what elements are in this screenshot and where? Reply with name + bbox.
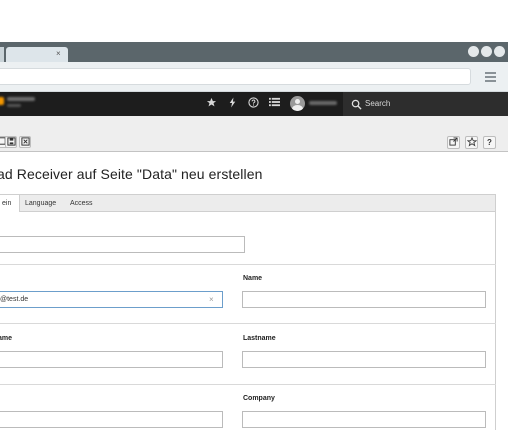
page-title: nload Receiver auf Seite "Data" neu erst… <box>0 166 263 182</box>
browser-titlebar <box>0 42 508 62</box>
name-field[interactable] <box>242 291 486 308</box>
divider <box>0 323 496 324</box>
email-field-value: @test.de <box>0 296 29 303</box>
address-field[interactable] <box>0 411 223 428</box>
browser-menu-icon[interactable] <box>485 72 496 84</box>
tab-general-label: ein <box>2 200 12 207</box>
save-icon[interactable] <box>5 136 17 148</box>
help-icon[interactable] <box>246 97 260 112</box>
divider <box>0 384 496 385</box>
tab-language-label: Language <box>25 200 57 207</box>
clear-field-icon[interactable]: × <box>209 294 214 306</box>
list-icon[interactable] <box>267 97 281 111</box>
search-label[interactable]: Search <box>365 97 390 110</box>
logo-icon[interactable] <box>0 97 4 105</box>
lastname-label: Lastname <box>243 335 276 342</box>
tab-language[interactable]: Language <box>17 195 64 212</box>
tab-access-label: Access <box>70 200 93 207</box>
doc-header <box>0 116 508 152</box>
firstname-label: ame <box>0 335 13 342</box>
email-field[interactable] <box>0 291 223 308</box>
title-field[interactable] <box>0 236 245 253</box>
window-maximize-icon[interactable] <box>481 46 492 57</box>
window-close-icon[interactable] <box>494 46 505 57</box>
bookmark-star-icon[interactable] <box>465 136 478 149</box>
address-bar[interactable] <box>0 68 471 85</box>
help-button[interactable]: ? <box>483 136 496 149</box>
open-new-window-icon[interactable] <box>447 136 460 149</box>
site-version-blurred <box>7 104 21 107</box>
search-icon[interactable] <box>351 97 362 110</box>
name-label: Name <box>243 275 263 282</box>
firstname-field[interactable] <box>0 351 223 368</box>
browser-tab-previous[interactable] <box>0 47 4 62</box>
tab-close-icon[interactable]: × <box>56 48 61 60</box>
save-close-icon[interactable] <box>19 136 31 148</box>
flash-icon[interactable] <box>225 97 239 112</box>
tab-access[interactable]: Access <box>62 195 101 212</box>
window-minimize-icon[interactable] <box>468 46 479 57</box>
lastname-field[interactable] <box>242 351 486 368</box>
star-icon[interactable] <box>204 97 218 112</box>
divider <box>0 264 496 265</box>
username-blurred[interactable] <box>309 101 337 105</box>
company-field[interactable] <box>242 411 486 428</box>
user-avatar[interactable] <box>290 96 305 111</box>
site-name-blurred <box>7 97 35 101</box>
screen: × Search ? nload Receiver auf Seite "Dat… <box>0 0 508 430</box>
company-label: Company <box>243 395 275 402</box>
